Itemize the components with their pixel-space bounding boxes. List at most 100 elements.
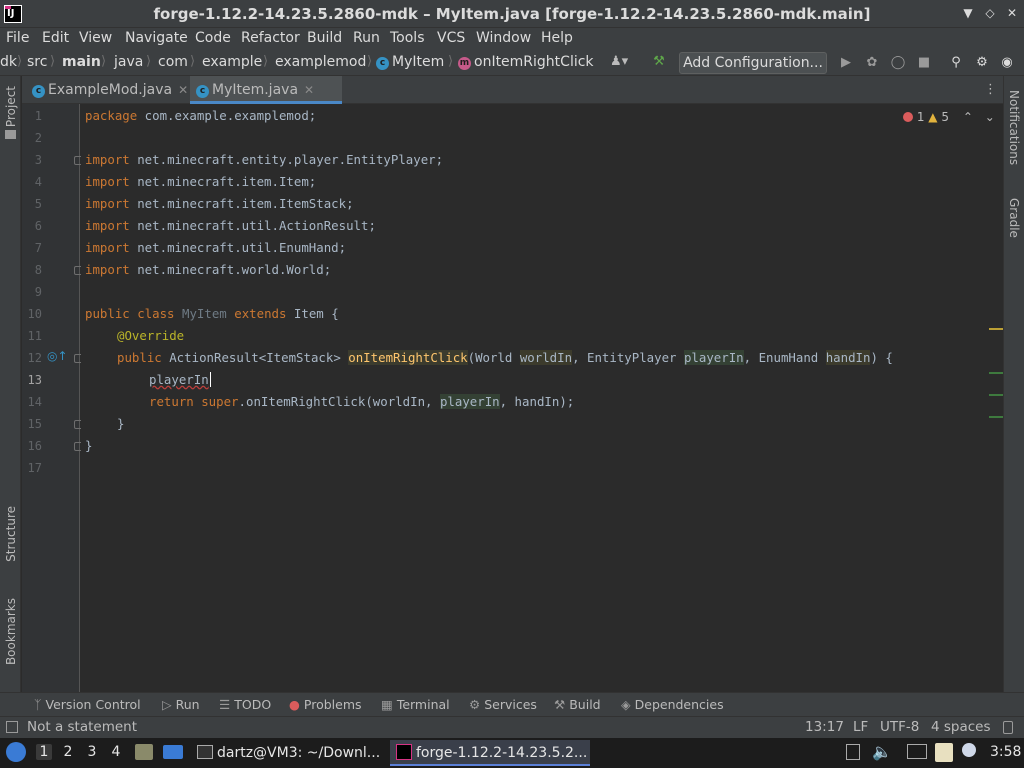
tool-window-bar: ᛉ Version Control ▷ Run ☰ TODO ● Problems ▦ T… [0,692,1024,716]
menu-tools[interactable]: Tools [390,30,425,46]
override-method-icon[interactable]: ◎↑ [47,349,68,363]
terminal-button[interactable]: ▦ Terminal [381,697,450,712]
toggle-tool-windows-icon[interactable] [6,721,18,733]
build-button[interactable]: ⚒ Build [554,697,601,712]
warning-marker[interactable] [989,328,1003,330]
search-icon[interactable]: ⚲ [948,55,964,71]
more-vertical-icon[interactable]: ⋮ [984,82,997,97]
bookmarks-tool-button[interactable]: Bookmarks [4,598,18,665]
run-icon[interactable]: ▶ [838,55,854,71]
breadcrumb-module[interactable]: dk [0,54,17,70]
project-label: Project [4,86,18,128]
class-icon: c [376,57,389,70]
network-icon[interactable] [907,744,927,759]
menu-help[interactable]: Help [541,30,573,46]
close-tab-icon[interactable]: ✕ [178,83,188,97]
tab-myitem-java[interactable]: c MyItem.java ✕ [190,76,342,104]
upload-icon[interactable] [846,744,860,760]
line-number: 15 [27,417,42,431]
left-tool-stripe: Project Structure Bookmarks [0,76,21,692]
volume-icon[interactable]: 🔈 [872,742,892,761]
close-tab-icon[interactable]: ✕ [304,83,314,97]
user-icon[interactable]: ♟▾ [610,54,628,70]
workspace-2[interactable]: 2 [60,744,76,760]
code-line-16: } [85,438,93,453]
file-encoding[interactable]: UTF-8 [880,719,919,735]
breadcrumb-java[interactable]: java [114,54,143,70]
clipboard-icon[interactable] [935,743,953,762]
clock[interactable]: 3:58 [990,744,1021,760]
line-number-current: 13 [27,373,42,387]
notifications-tool-button[interactable]: Notifications [1007,90,1021,165]
services-button[interactable]: ⚙ Services [469,697,537,712]
dependencies-button[interactable]: ◈ Dependencies [621,697,724,712]
close-icon[interactable]: ✕ [1004,5,1020,21]
version-control-button[interactable]: ᛉ Version Control [34,697,141,712]
breadcrumb-class[interactable]: c MyItem [376,54,444,70]
menu-file[interactable]: File [6,30,29,46]
indent-setting[interactable]: 4 spaces [931,719,991,735]
code-line-11: @Override [117,328,185,343]
line-number: 16 [27,439,42,453]
line-separator[interactable]: LF [853,719,868,735]
breadcrumb-example[interactable]: example [202,54,262,70]
tab-examplemod-java[interactable]: c ExampleMod.java ✕ [26,76,190,104]
run-tool-button[interactable]: ▷ Run [162,697,200,712]
breadcrumb-examplemod[interactable]: examplemod [275,54,366,70]
method-icon: m [458,57,471,70]
breadcrumb-com[interactable]: com [158,54,188,70]
todo-button[interactable]: ☰ TODO [219,697,271,712]
change-marker[interactable] [989,416,1003,418]
task-terminal[interactable]: dartz@VM3: ~/Downl... [191,740,386,766]
start-menu-icon[interactable] [6,742,26,762]
chevron-up-icon[interactable]: ⌃ [963,110,973,124]
restore-icon[interactable]: ◇ [982,5,998,21]
workspace-3[interactable]: 3 [84,744,100,760]
notification-icon[interactable] [962,743,976,757]
caret-position[interactable]: 13:17 [805,719,844,735]
menu-vcs[interactable]: VCS [437,30,465,46]
breadcrumb-main[interactable]: main [62,54,101,70]
file-manager-icon[interactable] [135,744,153,760]
show-desktop-icon[interactable] [163,745,183,759]
chevron-right-icon: ⟩ [263,54,269,69]
breadcrumb-src[interactable]: src [27,54,47,70]
menu-view[interactable]: View [79,30,112,46]
task-intellij[interactable]: forge-1.12.2-14.23.5.2... [390,740,590,766]
structure-tool-button[interactable]: Structure [4,506,18,562]
breadcrumb-method[interactable]: m onItemRightClick [458,54,594,70]
hammer-build-icon[interactable]: ⚒ [651,54,667,70]
change-marker[interactable] [989,372,1003,374]
code-editor[interactable]: package com.example.examplemod; import n… [81,104,1003,692]
menu-edit[interactable]: Edit [42,30,69,46]
debug-icon[interactable]: ✿ [864,55,880,71]
project-tool-button[interactable]: Project [4,86,18,127]
code-line-15: } [117,416,125,431]
chevron-right-icon: ⟩ [448,54,454,69]
menu-navigate[interactable]: Navigate [125,30,188,46]
menu-refactor[interactable]: Refactor [241,30,300,46]
line-number: 14 [27,395,42,409]
inspection-widget[interactable]: 1 ▲ 5 ⌃ ⌄ [903,110,995,124]
menu-code[interactable]: Code [195,30,231,46]
menu-window[interactable]: Window [476,30,531,46]
line-number: 8 [34,263,42,277]
lock-icon[interactable] [1003,721,1013,734]
terminal-icon [197,745,213,759]
error-icon: ● [289,697,300,712]
workspace-1[interactable]: 1 [36,744,52,760]
change-marker[interactable] [989,394,1003,396]
chevron-down-icon[interactable]: ⌄ [985,110,995,124]
folder-icon [5,130,16,139]
problems-button[interactable]: ● Problems [289,697,362,712]
stop-icon[interactable]: ■ [916,55,932,71]
coverage-icon[interactable]: ◯ [890,55,906,71]
minimize-icon[interactable]: ▼ [960,5,976,21]
gear-icon[interactable]: ⚙ [974,55,990,71]
workspace-4[interactable]: 4 [108,744,124,760]
add-configuration-button[interactable]: Add Configuration... [679,52,827,74]
menu-run[interactable]: Run [353,30,380,46]
menu-build[interactable]: Build [307,30,342,46]
jetbrains-icon[interactable]: ◉ [999,55,1015,71]
gradle-tool-button[interactable]: Gradle [1007,198,1021,238]
